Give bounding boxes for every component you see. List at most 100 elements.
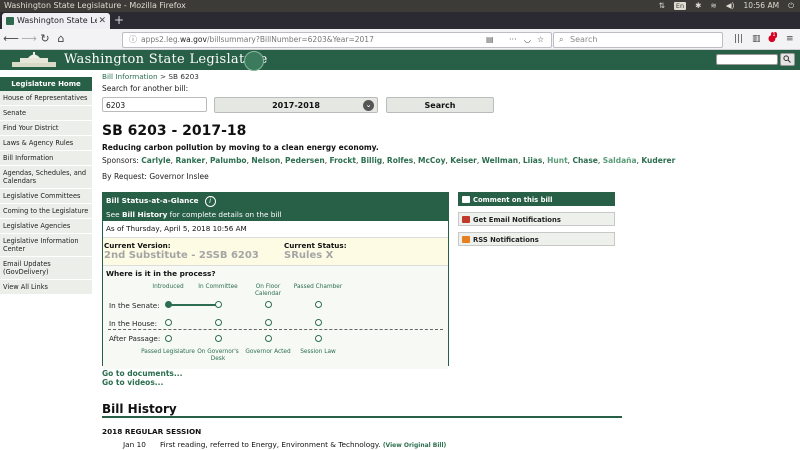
go-to-videos-link[interactable]: Go to videos... (102, 378, 163, 387)
library-icon[interactable]: ||| (734, 31, 743, 47)
home-icon[interactable]: ⌂ (53, 31, 69, 47)
url-text[interactable]: apps2.leg.wa.gov/billsummary?BillNumber=… (141, 33, 374, 47)
sidebar-item-agencies[interactable]: Legislative Agencies (0, 219, 92, 234)
sidebar-home[interactable]: Legislature Home (0, 77, 92, 91)
close-tab-icon[interactable]: ✕ (98, 13, 106, 29)
house-dot-introduced (165, 319, 172, 326)
by-request: By Request: Governor Inslee (102, 172, 209, 181)
after-dot-governor-desk (215, 335, 222, 342)
breadcrumb: Bill Information > SB 6203 (102, 72, 199, 81)
step-governor-acted: Governor Acted (245, 349, 291, 355)
sponsor-link[interactable]: Keiser (450, 156, 477, 165)
sponsor-link[interactable]: Ranker (175, 156, 205, 165)
sidebar-item-committees[interactable]: Legislative Committees (0, 189, 92, 204)
after-dot-session-law (315, 335, 322, 342)
sidebar-toggle-icon[interactable]: ▥ (752, 31, 761, 47)
volume-icon[interactable]: ◀) (726, 0, 735, 12)
bill-title: SB 6203 - 2017-18 (102, 123, 247, 139)
browser-tab[interactable]: Washington State Legislature ✕ (2, 13, 110, 29)
power-icon[interactable]: ⏻ (788, 0, 794, 12)
page-actions-icon[interactable]: ··· (509, 33, 517, 47)
comment-icon (462, 196, 470, 203)
year-select[interactable]: 2017-2018 ⌄ (214, 97, 378, 113)
site-logo-text[interactable]: Washington State Legislature (64, 50, 268, 70)
pocket-icon[interactable]: ◡ (524, 33, 531, 47)
view-original-bill-link[interactable]: (View Original Bill) (383, 442, 446, 449)
back-arrow-icon[interactable]: ⟵ (3, 31, 19, 47)
sponsor-link[interactable]: Chase (572, 156, 597, 165)
sponsor-link[interactable]: Palumbo (210, 156, 247, 165)
url-bar[interactable]: ⓘ apps2.leg.wa.gov/billsummary?BillNumbe… (122, 32, 552, 48)
sidebar-item-agendas[interactable]: Agendas, Schedules, and Calendars (0, 166, 92, 189)
bookmark-star-icon[interactable]: ☆ (537, 33, 544, 47)
chevron-down-icon: ⌄ (363, 100, 374, 111)
sidebar-item-find-district[interactable]: Find Your District (0, 121, 92, 136)
after-dot-passed-legislature (165, 335, 172, 342)
magnifier-icon (783, 55, 791, 63)
search-bar[interactable]: ⌕ Search (553, 32, 723, 48)
sponsor-link[interactable]: Carlyle (141, 156, 170, 165)
clock[interactable]: 10:56 AM (743, 0, 779, 12)
bill-history-heading: Bill History (102, 402, 177, 416)
bluetooth-icon[interactable]: ✱ (695, 0, 701, 12)
reload-icon[interactable]: ↻ (37, 31, 53, 47)
site-info-icon[interactable]: ⓘ (129, 33, 137, 47)
bill-history-link[interactable]: Bill History (122, 210, 167, 219)
search-label: Search for another bill: (102, 84, 189, 93)
sponsor-link[interactable]: Billig (361, 156, 382, 165)
sponsor-link[interactable]: Rolfes (387, 156, 413, 165)
step-floor-calendar: On Floor Calendar (254, 284, 282, 297)
sidebar-item-view-all[interactable]: View All Links (0, 280, 92, 295)
row-senate: In the Senate: (109, 301, 160, 310)
sponsor-link[interactable]: Kuderer (641, 156, 675, 165)
reader-view-icon[interactable]: ▤ (486, 33, 494, 47)
keyboard-layout-indicator[interactable]: En (673, 2, 687, 10)
house-dot-committee (215, 319, 222, 326)
site-banner: Washington State Legislature (0, 50, 800, 71)
bill-number-input[interactable]: 6203 (102, 97, 207, 112)
sidebar-item-bill-info[interactable]: Bill Information (0, 151, 92, 166)
sidebar-item-email-updates[interactable]: Email Updates (GovDelivery) (0, 257, 92, 280)
wifi-icon[interactable]: ≋ (710, 0, 716, 12)
go-to-documents-link[interactable]: Go to documents... (102, 369, 182, 378)
forward-arrow-icon[interactable]: ⟶ (21, 31, 37, 47)
bill-search-button[interactable]: Search (386, 97, 494, 113)
senate-progress-line (168, 304, 218, 306)
current-version-label: Current Version: (104, 241, 171, 250)
sponsor-link[interactable]: Hunt (547, 156, 568, 165)
site-search-input[interactable] (716, 54, 778, 65)
step-session-law: Session Law (300, 349, 336, 355)
sponsor-link[interactable]: Pedersen (285, 156, 325, 165)
sponsor-link[interactable]: Saldaña (603, 156, 637, 165)
sponsor-link[interactable]: Frockt (329, 156, 356, 165)
info-icon[interactable]: i (204, 196, 216, 207)
capitol-logo-icon[interactable] (6, 52, 62, 68)
sidebar-item-house[interactable]: House of Representatives (0, 91, 92, 106)
sponsor-link[interactable]: Nelson (251, 156, 280, 165)
breadcrumb-link[interactable]: Bill Information (102, 72, 158, 81)
left-sidebar: Legislature Home House of Representative… (0, 77, 92, 295)
new-tab-button[interactable]: + (114, 12, 124, 29)
bill-history-rule (102, 416, 622, 418)
sidebar-item-coming[interactable]: Coming to the Legislature (0, 204, 92, 219)
os-top-bar: Washington State Legislature - Mozilla F… (0, 0, 800, 12)
row-house: In the House: (109, 319, 157, 328)
row-after-passage: After Passage: (109, 334, 161, 343)
history-date: Jan 10 (123, 440, 146, 449)
swap-icon[interactable]: ⇅ (659, 0, 665, 12)
sidebar-item-senate[interactable]: Senate (0, 106, 92, 121)
window-title: Washington State Legislature - Mozilla F… (4, 1, 186, 10)
search-icon: ⌕ (559, 35, 564, 44)
rss-button[interactable]: RSS Notifications (458, 232, 615, 246)
web-page: Washington State Legislature Legislature… (0, 50, 800, 450)
email-notifications-button[interactable]: Get Email Notifications (458, 212, 615, 226)
sponsor-link[interactable]: McCoy (418, 156, 445, 165)
step-passed-legislature: Passed Legislature (141, 349, 195, 355)
menu-icon[interactable]: ≡ (786, 31, 794, 47)
sponsor-link[interactable]: Wellman (482, 156, 518, 165)
sponsor-link[interactable]: Liias (523, 156, 542, 165)
sidebar-item-info-center[interactable]: Legislative Information Center (0, 234, 92, 257)
sidebar-item-laws[interactable]: Laws & Agency Rules (0, 136, 92, 151)
site-search-button[interactable] (780, 53, 795, 66)
comment-button[interactable]: Comment on this bill (458, 192, 615, 206)
